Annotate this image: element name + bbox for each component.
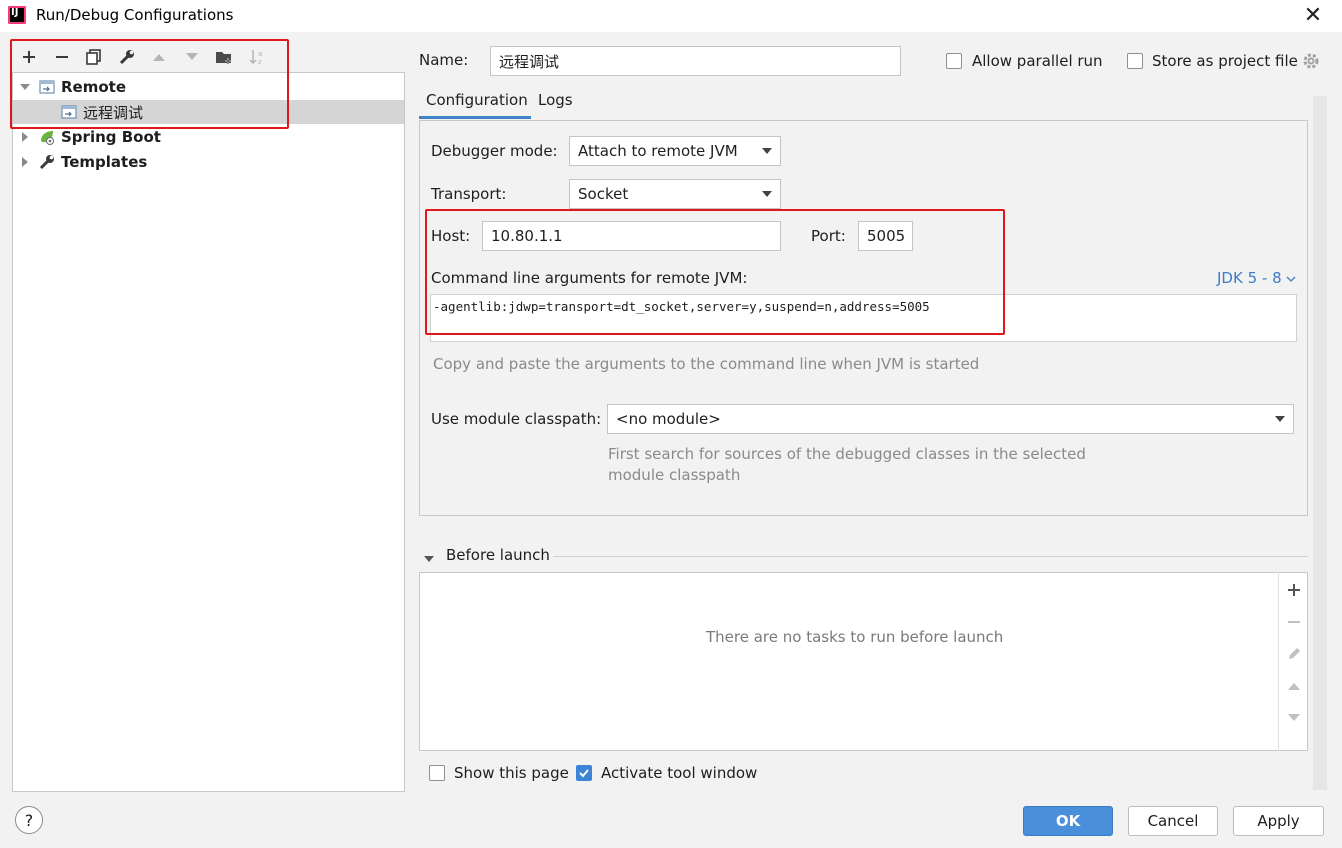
svg-text:z: z <box>258 58 262 66</box>
module-hint-line2: module classpath <box>608 466 741 484</box>
host-label: Host: <box>431 227 471 245</box>
chevron-down-icon <box>1286 276 1296 282</box>
store-project-checkbox[interactable] <box>1127 53 1143 69</box>
move-up-icon[interactable] <box>145 42 173 72</box>
chevron-down-icon <box>1275 416 1285 422</box>
sort-icon[interactable]: az <box>243 42 271 72</box>
chevron-down-icon <box>762 148 772 154</box>
cmd-args-field[interactable]: -agentlib:jdwp=transport=dt_socket,serve… <box>430 294 1297 342</box>
edit-pencil-icon[interactable] <box>1279 639 1309 669</box>
name-label: Name: <box>419 51 469 69</box>
add-icon[interactable] <box>15 42 43 72</box>
add-icon[interactable] <box>1279 575 1309 605</box>
gear-icon[interactable] <box>1301 51 1321 75</box>
remote-config-icon <box>61 104 77 120</box>
port-label: Port: <box>811 227 846 245</box>
collapse-icon[interactable] <box>423 550 435 568</box>
wrench-icon[interactable] <box>113 42 141 72</box>
port-field[interactable]: 5005 <box>858 221 913 251</box>
move-up-icon[interactable] <box>1279 671 1309 701</box>
apply-button[interactable]: Apply <box>1233 806 1324 836</box>
expand-down-icon[interactable] <box>19 81 31 93</box>
remote-config-icon <box>39 79 55 95</box>
tree-item-remote-debug[interactable]: 远程调试 <box>13 100 404 124</box>
expand-right-icon[interactable] <box>19 156 31 168</box>
scrollbar-track[interactable] <box>1313 96 1327 790</box>
transport-select[interactable]: Socket <box>569 179 781 209</box>
config-toolbar: az <box>12 42 404 72</box>
name-field[interactable]: 远程调试 <box>490 46 901 76</box>
allow-parallel-checkbox[interactable] <box>946 53 962 69</box>
before-launch-empty: There are no tasks to run before launch <box>706 628 1004 646</box>
tree-label-templates: Templates <box>61 153 148 171</box>
tree-item-templates[interactable]: Templates <box>13 150 404 174</box>
tree-item-spring-boot[interactable]: Spring Boot <box>13 125 404 149</box>
move-down-icon[interactable] <box>1279 703 1309 733</box>
ok-button[interactable]: OK <box>1023 806 1113 836</box>
intellij-app-icon <box>8 6 26 24</box>
before-launch-separator <box>553 556 1308 557</box>
remove-icon[interactable] <box>48 42 76 72</box>
tree-label-spring-boot: Spring Boot <box>61 128 161 146</box>
module-classpath-value: <no module> <box>616 410 721 428</box>
module-classpath-select[interactable]: <no module> <box>607 404 1294 434</box>
copy-icon[interactable] <box>80 42 108 72</box>
chevron-down-icon <box>762 191 772 197</box>
module-classpath-label: Use module classpath: <box>431 410 602 428</box>
debugger-mode-label: Debugger mode: <box>431 142 558 160</box>
remove-icon[interactable] <box>1279 607 1309 637</box>
tree-label-remote-debug: 远程调试 <box>83 103 144 122</box>
debugger-mode-value: Attach to remote JVM <box>578 142 738 160</box>
show-page-checkbox[interactable] <box>429 765 445 781</box>
host-field[interactable]: 10.80.1.1 <box>482 221 781 251</box>
activate-tool-checkbox[interactable] <box>576 765 592 781</box>
store-project-label: Store as project file <box>1152 52 1298 70</box>
debugger-mode-select[interactable]: Attach to remote JVM <box>569 136 781 166</box>
tab-logs[interactable]: Logs <box>538 91 573 109</box>
move-down-icon[interactable] <box>178 42 206 72</box>
checkmark-icon <box>579 769 589 778</box>
wrench-icon <box>39 154 55 170</box>
svg-text:a: a <box>258 50 262 58</box>
module-hint-line1: First search for sources of the debugged… <box>608 445 1086 463</box>
window-title: Run/Debug Configurations <box>36 6 234 24</box>
transport-label: Transport: <box>431 185 507 203</box>
expand-right-icon[interactable] <box>19 131 31 143</box>
before-launch-list: There are no tasks to run before launch <box>419 572 1308 751</box>
jdk-version-text: JDK 5 - 8 <box>1217 269 1282 287</box>
close-icon[interactable]: ✕ <box>1298 2 1328 30</box>
tab-active-indicator <box>419 116 531 119</box>
before-launch-title: Before launch <box>446 546 550 564</box>
title-bar: Run/Debug Configurations ✕ <box>0 0 1342 32</box>
cmd-args-hint: Copy and paste the arguments to the comm… <box>433 355 980 373</box>
cancel-button[interactable]: Cancel <box>1128 806 1218 836</box>
before-launch-toolbar <box>1278 572 1309 751</box>
cmd-args-label: Command line arguments for remote JVM: <box>431 269 748 287</box>
tab-configuration[interactable]: Configuration <box>426 91 528 109</box>
allow-parallel-label: Allow parallel run <box>972 52 1103 70</box>
config-tree: Remote 远程调试 Spring Boot Templates <box>12 72 405 792</box>
spring-boot-icon <box>39 129 55 145</box>
tree-item-remote[interactable]: Remote <box>13 75 404 99</box>
tree-label-remote: Remote <box>61 78 127 96</box>
folder-add-icon[interactable] <box>210 42 238 72</box>
transport-value: Socket <box>578 185 629 203</box>
help-icon[interactable]: ? <box>15 806 43 834</box>
jdk-version-link[interactable]: JDK 5 - 8 <box>1217 269 1296 287</box>
activate-tool-label: Activate tool window <box>601 764 758 782</box>
show-page-label: Show this page <box>454 764 569 782</box>
